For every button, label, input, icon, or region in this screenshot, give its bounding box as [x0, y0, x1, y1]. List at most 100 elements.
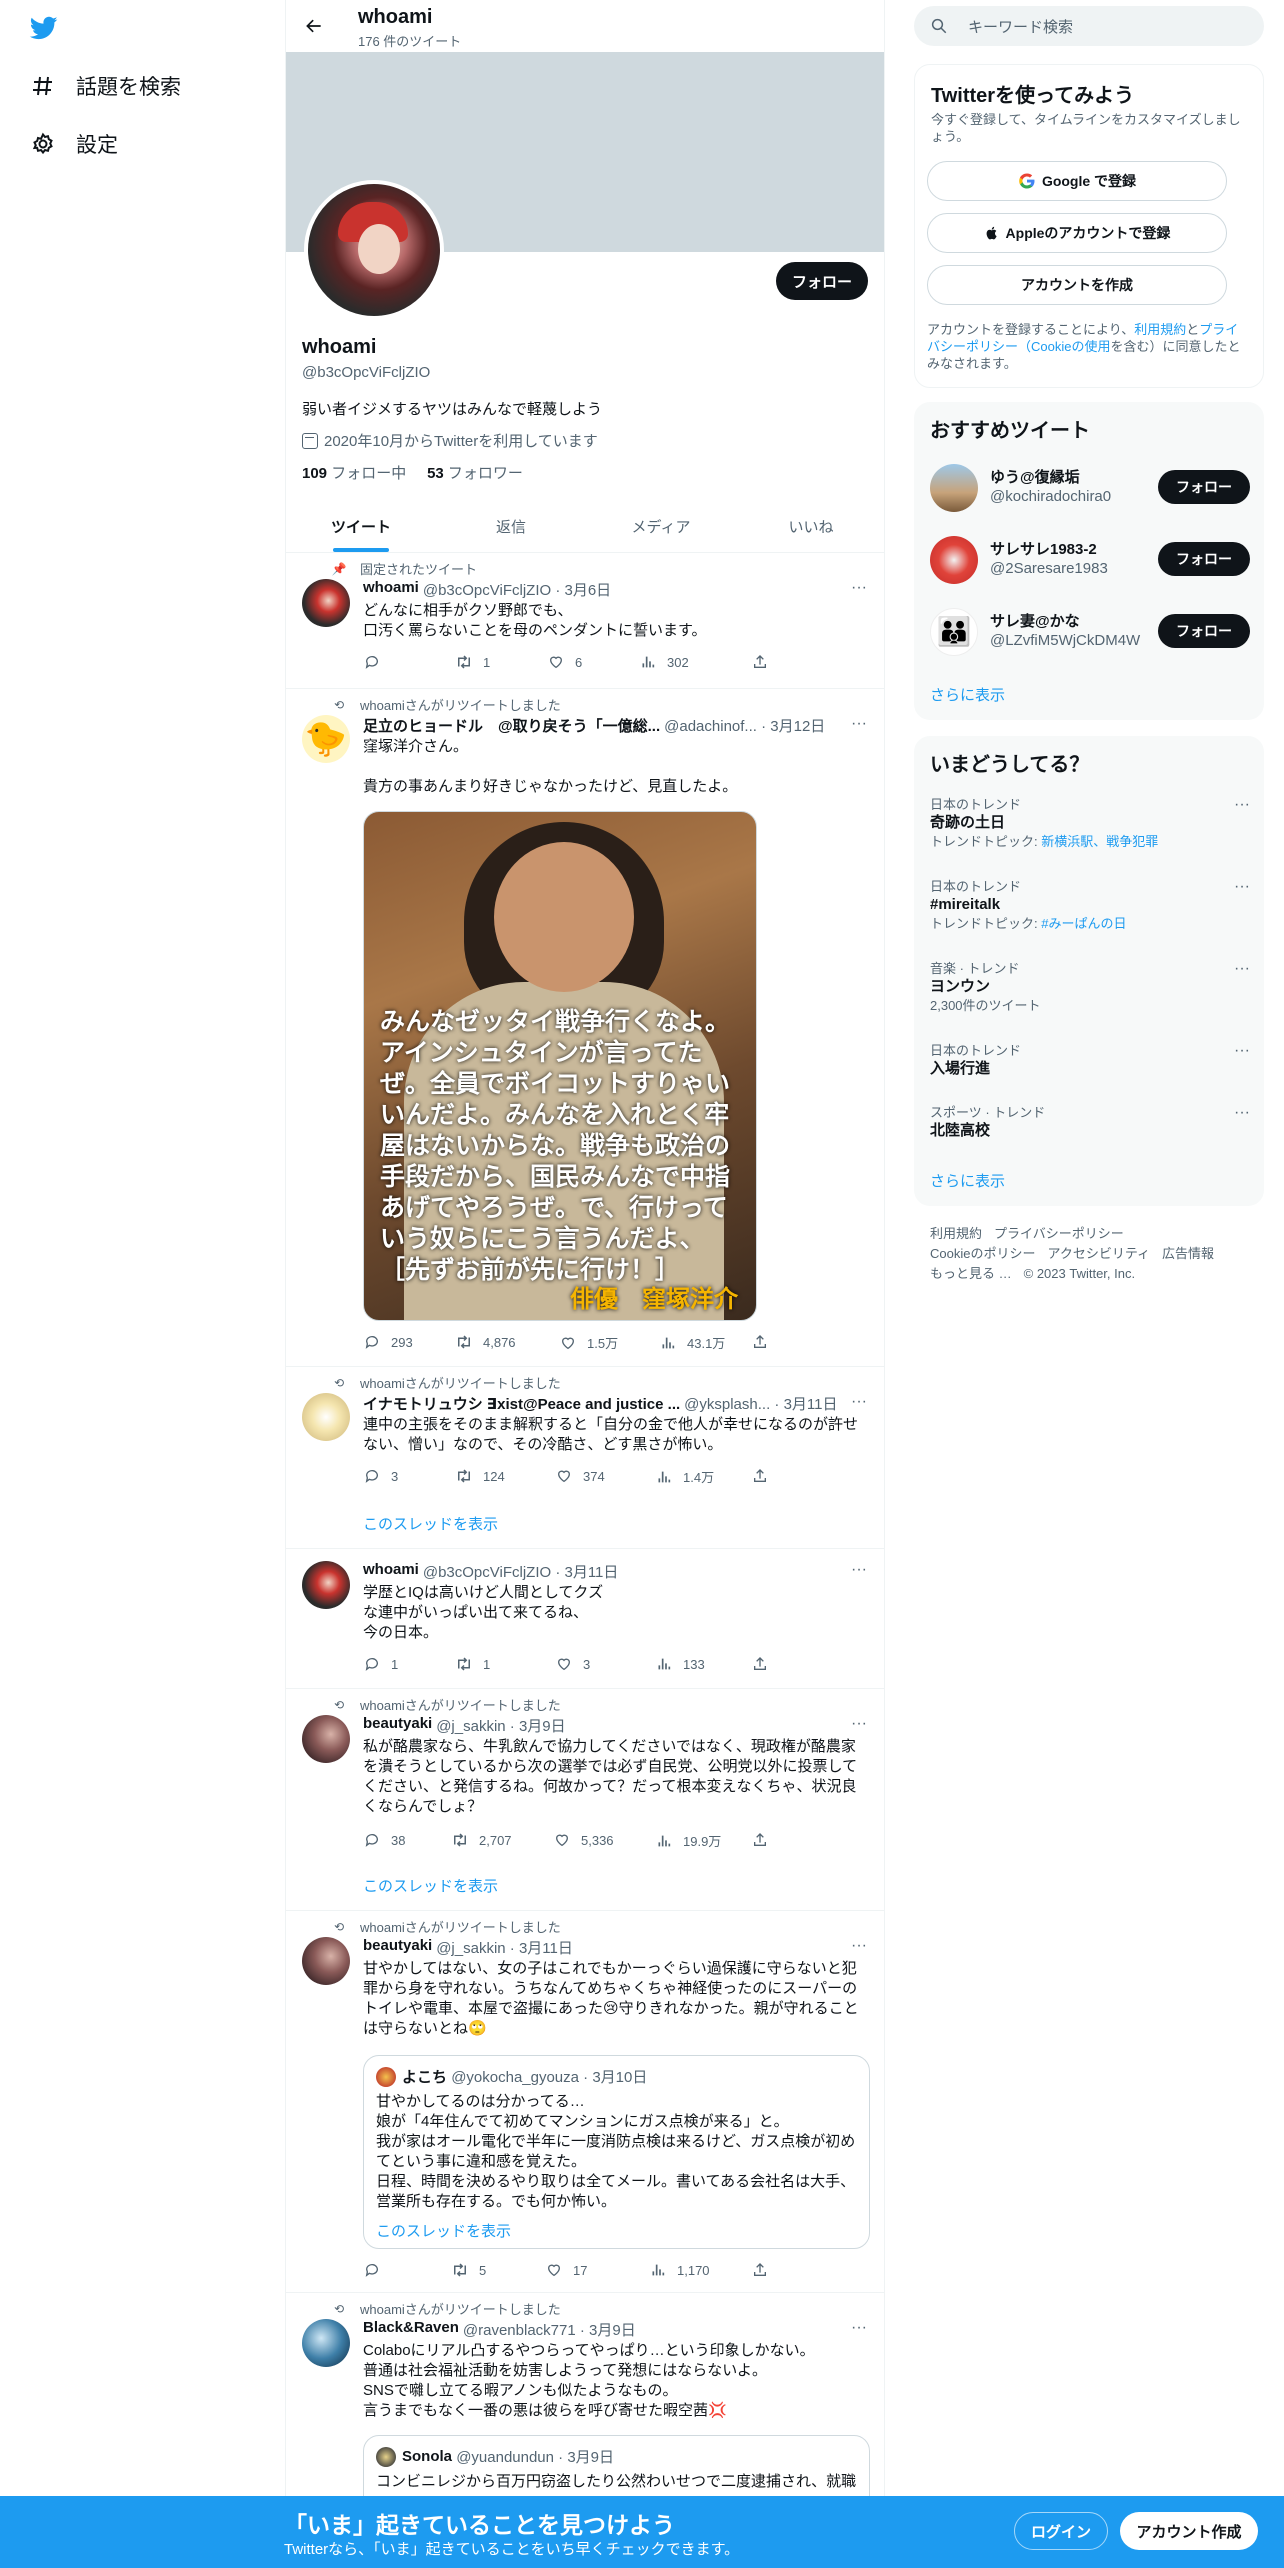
share-button[interactable]	[751, 2261, 779, 2279]
trend-item[interactable]: 音楽 · トレンド ヨンウン 2,300件のツイート ···	[930, 960, 1250, 1015]
views-button[interactable]: 1,170	[649, 2261, 710, 2279]
like-button[interactable]: 3	[555, 1655, 590, 1673]
trends-show-more[interactable]: さらに表示	[930, 1170, 1005, 1191]
tweet-card[interactable]: whoami @b3cOpcViFcljZIO · 3月11日 ··· 学歴とIQ…	[286, 1549, 884, 1689]
avatar[interactable]	[302, 1561, 350, 1609]
follow-button[interactable]: フォロー	[776, 262, 868, 300]
recommended-show-more[interactable]: さらに表示	[930, 684, 1005, 705]
footer-accessibility[interactable]: アクセシビリティ	[1047, 1246, 1150, 1261]
reply-button[interactable]: 3	[363, 1467, 398, 1485]
trend-item[interactable]: 日本のトレンド 入場行進 ···	[930, 1042, 1250, 1079]
share-button[interactable]	[751, 653, 779, 671]
recommended-user[interactable]: ゆう@復縁垢 @kochiradochira0 フォロー	[930, 460, 1250, 516]
nav-settings[interactable]: 設定	[28, 124, 118, 164]
share-button[interactable]	[751, 1333, 779, 1351]
more-icon[interactable]: ···	[848, 580, 870, 601]
more-icon[interactable]: ···	[848, 1716, 870, 1737]
tweet-photo[interactable]: みんなゼッタイ戦争行くなよ。 アインシュタインが言ってた ぜ。全員でボイコットす…	[363, 811, 757, 1321]
retweet-button[interactable]: 2,707	[451, 1831, 512, 1849]
like-button[interactable]: 17	[545, 2261, 587, 2279]
like-button[interactable]: 6	[547, 653, 582, 671]
author-name[interactable]: beautyaki	[363, 1937, 432, 1958]
like-button[interactable]: 374	[555, 1467, 605, 1485]
avatar[interactable]: 🐤	[302, 715, 350, 763]
share-button[interactable]	[751, 1831, 779, 1849]
following-link[interactable]: 109 フォロー中	[302, 465, 406, 482]
back-arrow-icon[interactable]	[300, 12, 328, 40]
footer-ads[interactable]: 広告情報	[1162, 1246, 1214, 1261]
like-button[interactable]: 1.5万	[559, 1333, 618, 1352]
views-button[interactable]: 43.1万	[659, 1333, 725, 1352]
quote-show-thread-link[interactable]: このスレッドを表示	[376, 2220, 511, 2241]
tweet-card[interactable]: ⟲ whoamiさんがリツイートしました 🐤 足立のヒョードル @取り戻そう「一億…	[286, 689, 884, 1367]
more-icon[interactable]: ···	[1234, 878, 1250, 896]
footer-terms[interactable]: 利用規約	[930, 1226, 982, 1241]
twitter-logo-icon[interactable]	[28, 14, 62, 44]
profile-avatar[interactable]	[304, 180, 444, 320]
views-button[interactable]: 19.9万	[655, 1831, 721, 1850]
author-name[interactable]: 足立のヒョードル @取り戻そう「一億総...	[363, 715, 660, 736]
author-name[interactable]: イナモトリュウシ ∃xist@Peace and justice ...	[363, 1393, 680, 1414]
views-button[interactable]: 1.4万	[655, 1467, 714, 1486]
recommended-user[interactable]: 👪 サレ妻@かな @LZvfiM5WjCkDM4W フォロー	[930, 604, 1250, 660]
footer-privacy[interactable]: プライバシーポリシー	[994, 1226, 1124, 1241]
quoted-tweet[interactable]: よこち @yokocha_gyouza · 3月10日 甘やかしてるのは分かって…	[363, 2055, 870, 2249]
like-button[interactable]: 5,336	[553, 1831, 614, 1849]
share-button[interactable]	[751, 1655, 779, 1673]
nav-explore[interactable]: 話題を検索	[28, 66, 181, 106]
more-icon[interactable]: ···	[1234, 796, 1250, 814]
more-icon[interactable]: ···	[848, 1938, 870, 1959]
followers-link[interactable]: 53 フォロワー	[427, 465, 523, 482]
more-icon[interactable]: ···	[1234, 1104, 1250, 1122]
more-icon[interactable]: ···	[1234, 960, 1250, 978]
retweet-button[interactable]: 124	[455, 1467, 505, 1485]
tweet-card[interactable]: 📌 固定されたツイート whoami @b3cOpcViFcljZIO · 3月6日…	[286, 553, 884, 689]
avatar[interactable]	[302, 1937, 350, 1985]
author-name[interactable]: beautyaki	[363, 1715, 432, 1736]
more-icon[interactable]: ···	[848, 1562, 870, 1583]
tab-likes[interactable]: いいね	[736, 500, 884, 552]
author-name[interactable]: Black&Raven	[363, 2319, 459, 2340]
trend-item[interactable]: スポーツ · トレンド 北陸高校 ···	[930, 1104, 1250, 1141]
tab-tweets[interactable]: ツイート	[286, 500, 436, 552]
share-button[interactable]	[751, 1467, 779, 1485]
views-button[interactable]: 302	[639, 653, 689, 671]
footer-more[interactable]: もっと見る …	[930, 1266, 1012, 1281]
apple-signup-button[interactable]: Appleのアカウントで登録	[927, 213, 1227, 253]
tweet-card[interactable]: ⟲ whoamiさんがリツイートしました イナモトリュウシ ∃xist@Peace…	[286, 1367, 884, 1549]
reply-button[interactable]: 1	[363, 1655, 398, 1673]
views-button[interactable]: 133	[655, 1655, 705, 1673]
show-thread-link[interactable]: このスレッドを表示	[363, 1513, 498, 1534]
footer-cookie[interactable]: Cookieのポリシー	[930, 1246, 1035, 1261]
retweet-button[interactable]: 1	[455, 653, 490, 671]
more-icon[interactable]: ···	[848, 716, 870, 737]
show-thread-link[interactable]: このスレッドを表示	[363, 1875, 498, 1896]
more-icon[interactable]: ···	[848, 1394, 870, 1415]
retweet-button[interactable]: 1	[455, 1655, 490, 1673]
google-signup-button[interactable]: Google で登録	[927, 161, 1227, 201]
tab-replies[interactable]: 返信	[436, 500, 586, 552]
more-icon[interactable]: ···	[1234, 1042, 1250, 1060]
author-name[interactable]: whoami	[363, 1561, 419, 1582]
avatar[interactable]	[302, 2319, 350, 2367]
more-icon[interactable]: ···	[848, 2320, 870, 2341]
create-account-button[interactable]: アカウントを作成	[927, 265, 1227, 305]
trend-item[interactable]: 日本のトレンド 奇跡の土日 トレンドトピック: 新横浜駅、戦争犯罪 ···	[930, 796, 1250, 851]
signup-button[interactable]: アカウント作成	[1120, 2512, 1258, 2550]
login-button[interactable]: ログイン	[1014, 2512, 1108, 2550]
avatar[interactable]	[302, 579, 350, 627]
reply-button[interactable]: 38	[363, 1831, 405, 1849]
follow-button[interactable]: フォロー	[1158, 614, 1250, 648]
reply-button[interactable]	[363, 2261, 391, 2279]
author-name[interactable]: whoami	[363, 579, 419, 600]
follow-button[interactable]: フォロー	[1158, 542, 1250, 576]
reply-button[interactable]: 293	[363, 1333, 413, 1351]
recommended-user[interactable]: サレサレ1983-2 @2Saresare1983 フォロー	[930, 532, 1250, 588]
follow-button[interactable]: フォロー	[1158, 470, 1250, 504]
tweet-card[interactable]: ⟲ whoamiさんがリツイートしました beautyaki @j_sakkin ·…	[286, 1911, 884, 2293]
trend-item[interactable]: 日本のトレンド #mireitalk トレンドトピック: #みーぱんの日 ···	[930, 878, 1250, 933]
reply-button[interactable]	[363, 653, 391, 671]
trend-topic-link[interactable]: #みーぱんの日	[1041, 916, 1126, 931]
tab-media[interactable]: メディア	[586, 500, 736, 552]
retweet-button[interactable]: 5	[451, 2261, 486, 2279]
